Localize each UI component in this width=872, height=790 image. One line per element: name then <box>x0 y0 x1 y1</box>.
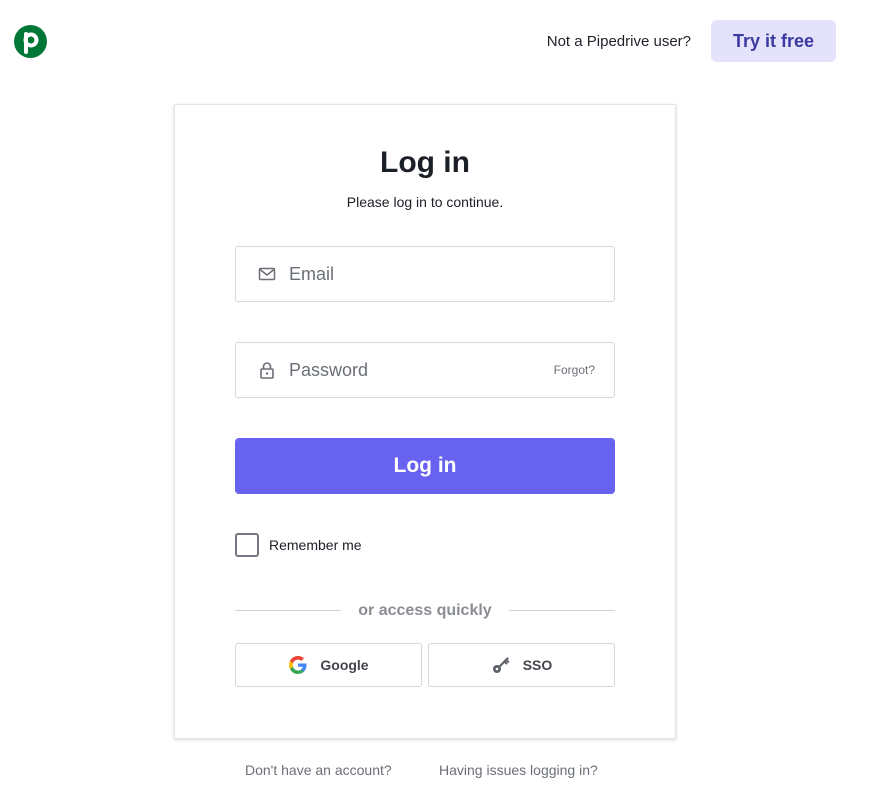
signup-link[interactable]: Don't have an account? <box>245 762 392 779</box>
login-page: Not a Pipedrive user? Try it free Log in… <box>0 0 872 790</box>
not-a-user-text: Not a Pipedrive user? <box>546 33 691 50</box>
key-icon <box>492 657 509 673</box>
remember-me-row: Remember me <box>235 533 362 557</box>
remember-me-checkbox[interactable] <box>235 533 259 557</box>
divider-label: or access quickly <box>358 602 492 619</box>
sso-login-button[interactable]: SSO <box>428 643 615 687</box>
password-input[interactable] <box>289 343 529 397</box>
login-card: Log in Please log in to continue. Forgot… <box>174 104 676 739</box>
sso-label: SSO <box>522 657 553 673</box>
login-button[interactable]: Log in <box>235 438 615 494</box>
password-field-container: Forgot? <box>235 342 615 398</box>
lock-icon <box>260 362 274 379</box>
quick-access-divider: or access quickly <box>235 602 615 620</box>
forgot-password-link[interactable]: Forgot? <box>554 362 595 378</box>
mail-icon <box>258 267 276 281</box>
pipedrive-logo-icon[interactable] <box>14 25 47 58</box>
try-it-free-button[interactable]: Try it free <box>711 20 836 62</box>
remember-me-label[interactable]: Remember me <box>269 537 362 553</box>
google-label: Google <box>320 657 369 673</box>
page-title: Log in <box>380 146 470 179</box>
login-help-link[interactable]: Having issues logging in? <box>439 762 598 779</box>
google-login-button[interactable]: Google <box>235 643 422 687</box>
divider-line-right <box>509 610 615 611</box>
email-input[interactable] <box>289 247 599 301</box>
google-icon <box>289 656 307 674</box>
page-subtitle: Please log in to continue. <box>346 194 504 210</box>
email-field-container <box>235 246 615 302</box>
